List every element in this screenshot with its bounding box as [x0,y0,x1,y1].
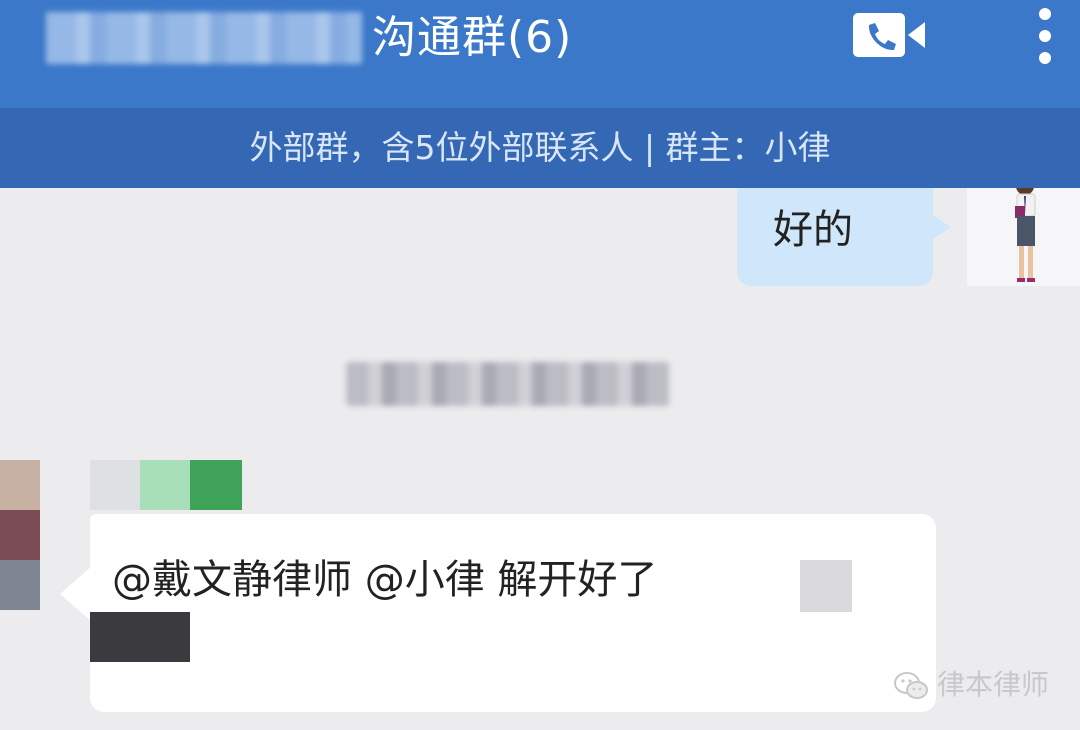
group-info-bar[interactable]: 外部群，含5位外部联系人 | 群主：小律 [0,108,1080,188]
video-call-icon [853,13,925,57]
message-bubble-own[interactable]: 好的 [737,188,951,286]
chat-header: 沟通群(6) [0,0,1080,108]
redacted-sender-name [90,460,242,510]
message-timestamp [346,362,670,406]
message-text: 好的 [773,207,853,253]
watermark: 律本律师 [893,664,1049,706]
sender-avatar[interactable] [0,460,40,612]
redacted-block [800,560,852,612]
redacted-group-name [46,12,362,64]
chat-title[interactable]: 沟通群(6) [372,6,572,70]
avatar[interactable] [967,177,1080,286]
woman-avatar-icon [1015,177,1036,282]
message-text: @戴文静律师 @小律 解开好了 [112,557,658,603]
group-info-text: 外部群，含5位外部联系人 | 群主：小律 [249,128,831,167]
redacted-block [90,612,190,662]
message-bubble-other[interactable]: @戴文静律师 @小律 解开好了 [60,514,936,712]
watermark-text: 律本律师 [937,668,1050,701]
more-options-button[interactable] [1030,2,1060,68]
wechat-icon [893,671,929,701]
more-vertical-icon [1039,8,1051,64]
video-call-button[interactable] [853,12,927,58]
